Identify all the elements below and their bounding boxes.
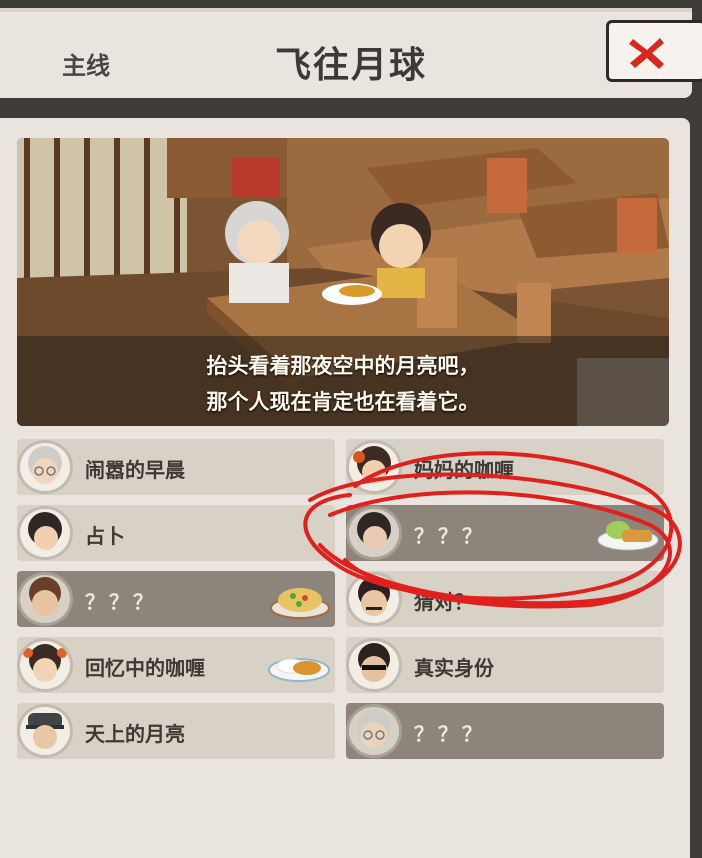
red-circle-annotation [303, 451, 682, 609]
